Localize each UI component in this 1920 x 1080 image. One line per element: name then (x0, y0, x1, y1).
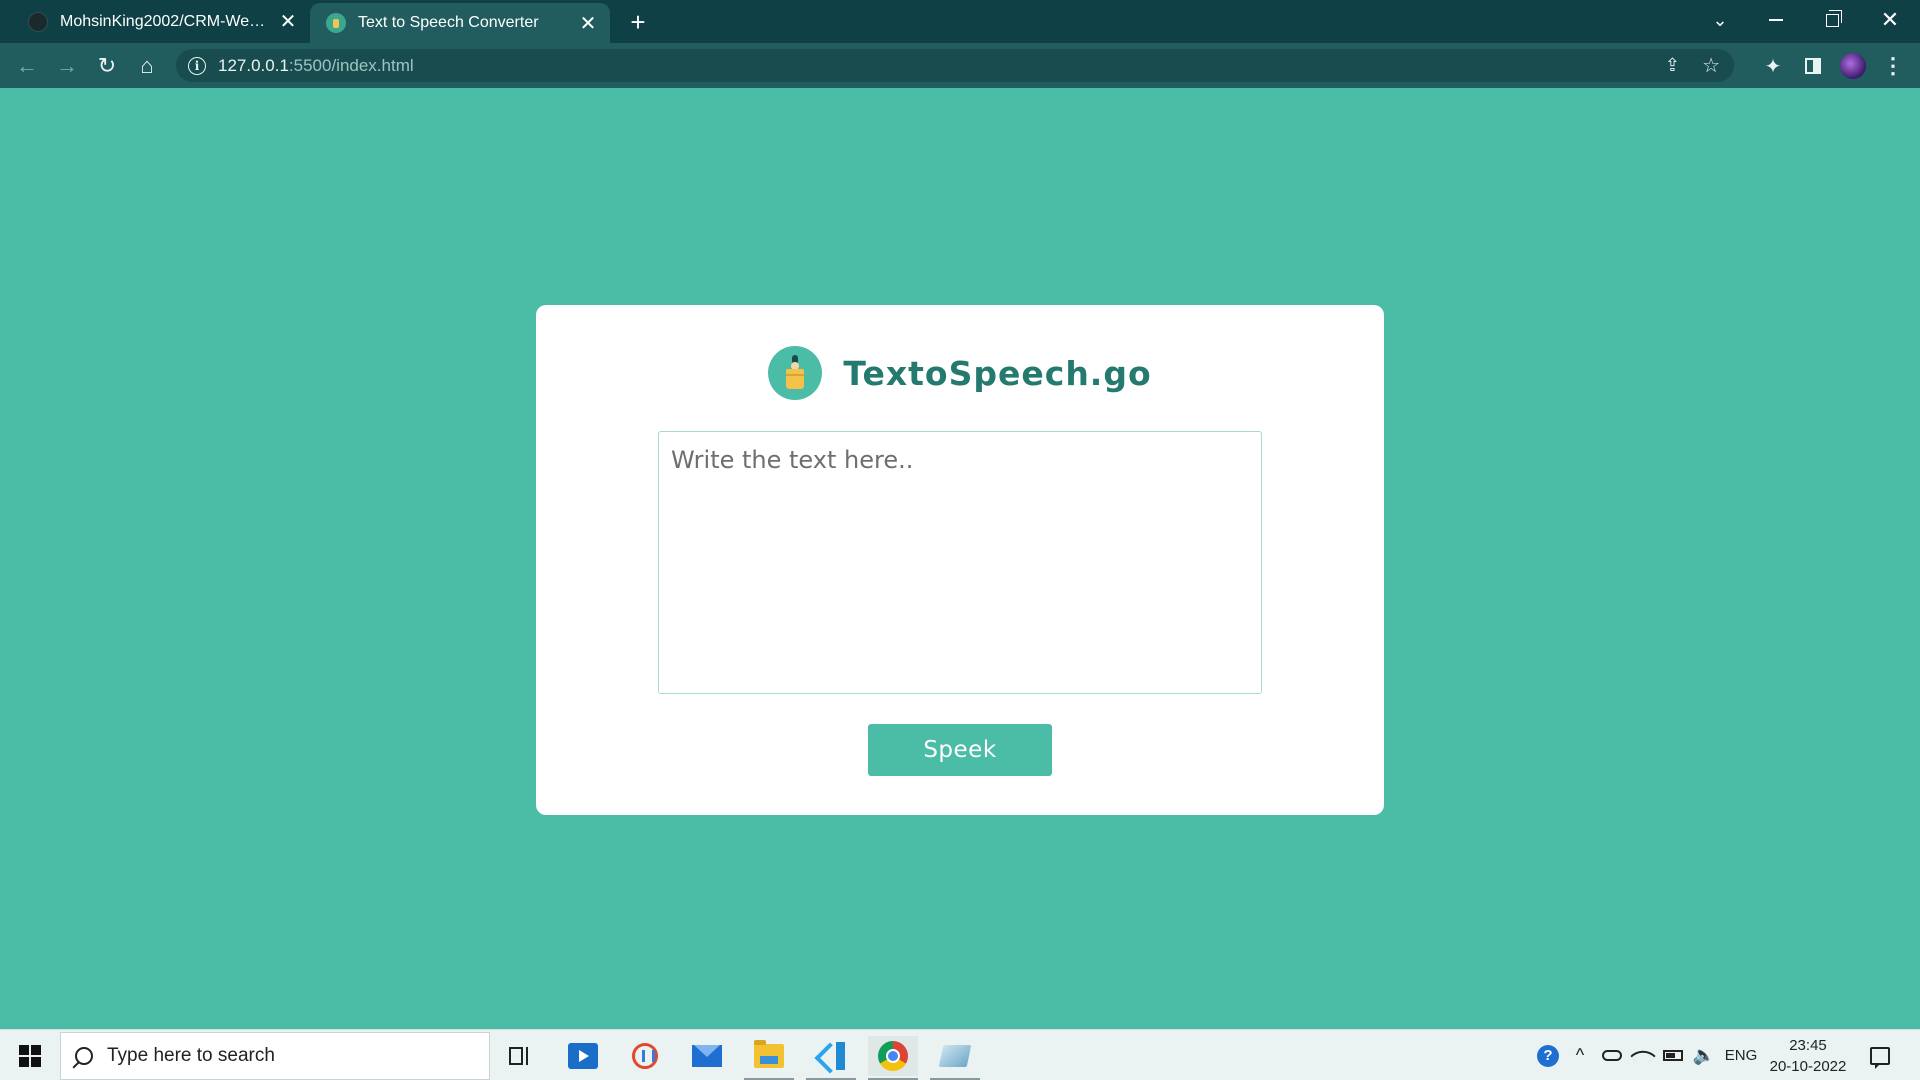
brand-header: TextoSpeech.go (536, 345, 1384, 401)
speaker-podium-icon (768, 346, 823, 400)
reload-button[interactable]: ↻ (90, 49, 124, 83)
speak-button[interactable]: Speek (868, 724, 1052, 776)
file-explorer-icon[interactable] (744, 1036, 794, 1080)
battery-icon[interactable] (1658, 1030, 1688, 1080)
tab-title: MohsinKing2002/CRM-Website (60, 12, 274, 30)
extensions-icon[interactable]: ✦ (1756, 49, 1790, 83)
browser-tab-strip: MohsinKing2002/CRM-Website ✕ Text to Spe… (0, 0, 1920, 43)
side-panel-icon (1805, 58, 1821, 74)
share-icon[interactable]: ⇪ (1665, 55, 1680, 76)
github-icon (28, 11, 48, 32)
close-window-button[interactable]: ✕ (1862, 0, 1918, 40)
notifications-icon[interactable] (1862, 1038, 1898, 1074)
site-info-icon[interactable]: i (188, 56, 206, 75)
restore-button[interactable] (1804, 0, 1860, 40)
vscode-icon[interactable] (806, 1036, 856, 1080)
mail-icon[interactable] (682, 1036, 732, 1076)
volume-icon[interactable]: 🔈 (1688, 1030, 1720, 1080)
windows-start-icon[interactable] (12, 1040, 48, 1072)
chrome-icon[interactable] (868, 1036, 918, 1080)
taskbar-search[interactable]: Type here to search (60, 1032, 490, 1080)
url-host: 127.0.0.1 (218, 55, 289, 75)
onedrive-icon[interactable] (1596, 1030, 1628, 1080)
wifi-icon[interactable] (1628, 1030, 1658, 1080)
input-language[interactable]: ENG (1720, 1030, 1762, 1080)
show-hidden-icons-icon[interactable]: ^ (1566, 1030, 1594, 1080)
side-panel-button[interactable] (1796, 49, 1830, 83)
clock-time: 23:45 (1789, 1037, 1827, 1054)
speaker-podium-icon (326, 13, 346, 33)
tts-card: TextoSpeech.go Speek (536, 305, 1384, 815)
avatar (1840, 53, 1866, 79)
profile-button[interactable] (1836, 49, 1870, 83)
help-icon[interactable]: ? (1532, 1030, 1564, 1080)
clock-date: 20-10-2022 (1769, 1058, 1847, 1075)
address-bar[interactable]: i 127.0.0.1:5500/index.html ⇪ ☆ (176, 49, 1734, 82)
bookmark-star-icon[interactable]: ☆ (1702, 53, 1720, 78)
forward-button[interactable]: → (50, 49, 84, 83)
tab-search-button[interactable]: ⌄ (1692, 0, 1748, 40)
system-clock[interactable]: 23:45 20-10-2022 (1762, 1034, 1854, 1078)
restore-icon (1825, 9, 1842, 27)
tab-text-to-speech[interactable]: Text to Speech Converter ✕ (310, 3, 610, 43)
search-placeholder: Type here to search (107, 1045, 275, 1066)
minimize-icon (1769, 19, 1783, 21)
text-input[interactable] (658, 431, 1262, 694)
taskbar: Type here to search ? ^ 🔈 ENG 23:45 20-1… (0, 1029, 1920, 1080)
browser-toolbar: ← → ↻ ⌂ i 127.0.0.1:5500/index.html ⇪ ☆ … (0, 43, 1920, 88)
search-icon (75, 1047, 93, 1065)
back-button[interactable]: ← (10, 49, 44, 83)
tab-close-icon[interactable]: ✕ (574, 9, 602, 37)
browser-menu-icon[interactable]: ⋮ (1876, 49, 1910, 83)
snipping-tool-icon[interactable] (620, 1036, 670, 1076)
new-tab-button[interactable]: + (622, 6, 654, 38)
tab-title: Text to Speech Converter (358, 14, 539, 31)
tab-crm-website[interactable]: MohsinKing2002/CRM-Website ✕ (0, 0, 310, 43)
minimize-button[interactable] (1748, 0, 1804, 40)
url-text: 127.0.0.1:5500/index.html (218, 56, 414, 76)
video-editor-icon[interactable] (558, 1036, 608, 1076)
notepad-icon[interactable] (930, 1036, 980, 1080)
url-path: :5500/index.html (288, 55, 414, 75)
tab-close-icon[interactable]: ✕ (274, 8, 302, 36)
task-view-icon[interactable] (494, 1036, 544, 1076)
home-button[interactable]: ⌂ (130, 49, 164, 83)
brand-name: TextoSpeech.go (843, 353, 1152, 393)
